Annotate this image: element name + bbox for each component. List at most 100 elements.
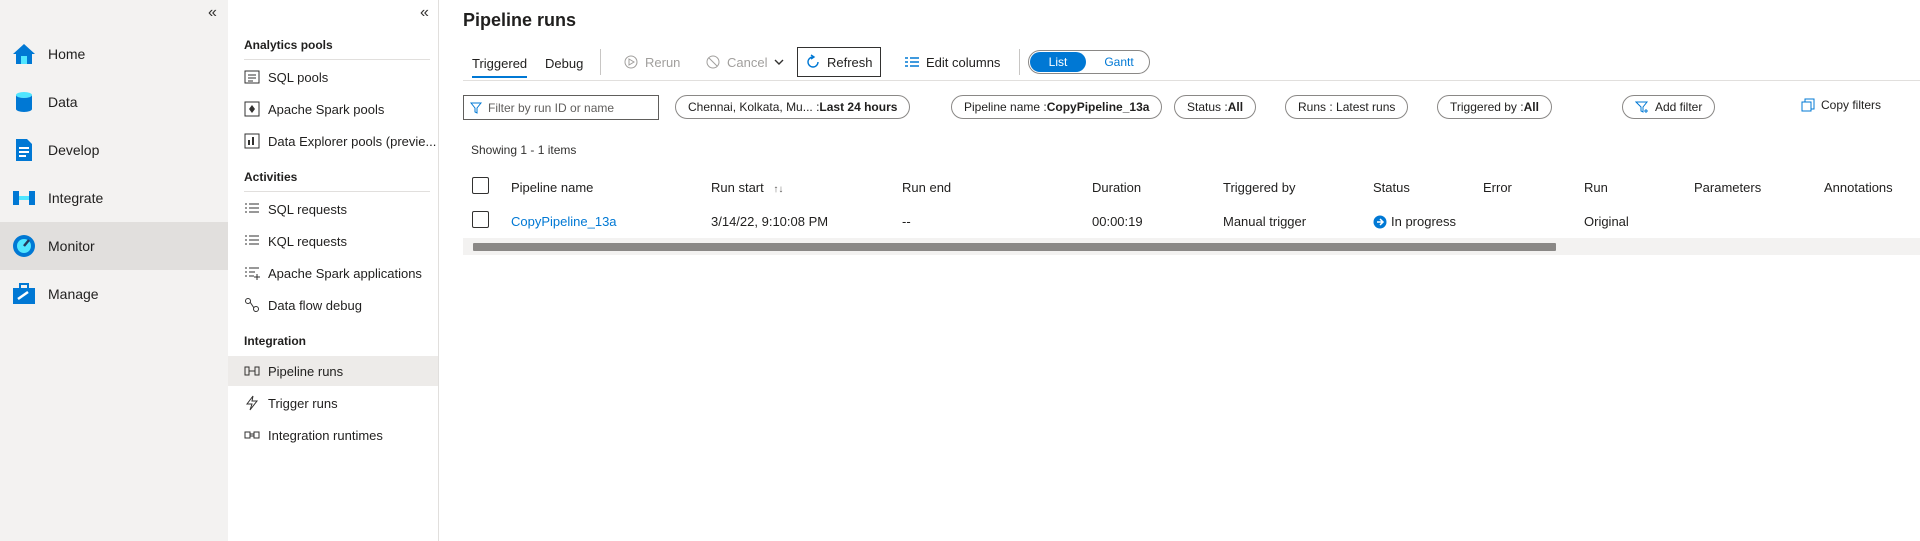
nav-item-monitor[interactable]: Monitor — [0, 222, 228, 270]
data-explorer-pool-icon — [244, 133, 260, 149]
row-select-checkbox[interactable] — [472, 211, 489, 228]
subnav-item-integration-runtimes[interactable]: Integration runtimes — [228, 420, 438, 450]
cell-run: Original — [1584, 214, 1629, 229]
cell-duration: 00:00:19 — [1092, 214, 1143, 229]
triggered-by-filter-pill[interactable]: Triggered by : All — [1437, 95, 1552, 119]
timezone-filter-value: Last 24 hours — [819, 100, 898, 114]
horizontal-scrollbar[interactable] — [463, 238, 1920, 255]
column-header-duration[interactable]: Duration — [1092, 180, 1141, 195]
nav-item-integrate[interactable]: Integrate — [0, 174, 228, 222]
triggered-filter-prefix: Triggered by : — [1450, 100, 1524, 114]
nav-item-data[interactable]: Data — [0, 78, 228, 126]
runs-filter-pill[interactable]: Runs : Latest runs — [1285, 95, 1409, 119]
column-header-triggered-by[interactable]: Triggered by — [1223, 180, 1296, 195]
scrollbar-thumb[interactable] — [473, 243, 1556, 251]
select-all-checkbox[interactable] — [472, 177, 489, 194]
column-header-status[interactable]: Status — [1373, 180, 1410, 195]
cancel-button[interactable]: Cancel — [705, 47, 785, 77]
pipeline-filter-prefix: Pipeline name : — [964, 100, 1047, 114]
collapse-sub-nav-button[interactable]: « — [420, 4, 429, 22]
copy-filters-button[interactable]: Copy filters — [1801, 98, 1881, 112]
pipeline-name-link[interactable]: CopyPipeline_13a — [511, 214, 617, 229]
lightning-icon — [246, 395, 259, 411]
column-header-parameters[interactable]: Parameters — [1694, 180, 1761, 195]
column-header-run-end[interactable]: Run end — [902, 180, 951, 195]
column-header-pipeline-name[interactable]: Pipeline name — [511, 180, 593, 195]
add-filter-label: Add filter — [1655, 100, 1703, 114]
subnav-label: Apache Spark applications — [268, 265, 422, 281]
list-icon — [245, 235, 259, 245]
database-icon — [16, 92, 32, 112]
subnav-label: SQL pools — [268, 69, 329, 85]
toolbar-divider — [600, 49, 601, 75]
subnav-label: Trigger runs — [268, 395, 338, 411]
subnav-item-sql-requests[interactable]: SQL requests — [228, 194, 438, 224]
subnav-item-spark-applications[interactable]: Apache Spark applications — [228, 258, 438, 288]
cell-status: In progress — [1373, 214, 1456, 229]
nav-label-manage: Manage — [48, 286, 99, 302]
collapse-left-nav-button[interactable]: « — [208, 4, 217, 22]
sort-icon[interactable]: ↑↓ — [773, 184, 783, 195]
toolbar-underline — [463, 80, 1920, 81]
status-filter-pill[interactable]: Status : All — [1174, 95, 1257, 119]
list-icon — [245, 203, 259, 213]
nav-item-home[interactable]: Home — [0, 30, 228, 78]
edit-columns-button[interactable]: Edit columns — [904, 47, 1000, 77]
nav-item-develop[interactable]: Develop — [0, 126, 228, 174]
rerun-icon — [624, 55, 638, 69]
subnav-label: KQL requests — [268, 233, 348, 249]
copy-filters-label: Copy filters — [1821, 98, 1882, 112]
view-list-option[interactable]: List — [1030, 52, 1086, 72]
divider — [244, 59, 430, 60]
column-header-error[interactable]: Error — [1483, 180, 1512, 195]
subnav-item-pipeline-runs[interactable]: Pipeline runs — [228, 356, 438, 386]
nav-item-manage[interactable]: Manage — [0, 270, 228, 318]
triggered-filter-value: All — [1523, 100, 1539, 114]
copy-icon — [1801, 98, 1815, 112]
column-header-annotations[interactable]: Annotations — [1824, 180, 1893, 195]
left-nav: « Home Data Develop Integrate Monitor Ma… — [0, 0, 228, 541]
nav-label-home: Home — [48, 46, 86, 62]
timezone-filter-pill[interactable]: Chennai, Kolkata, Mu... : Last 24 hours — [675, 95, 911, 119]
add-filter-icon — [1635, 101, 1649, 113]
subnav-item-trigger-runs[interactable]: Trigger runs — [228, 388, 438, 418]
divider — [244, 191, 430, 192]
column-header-run-start-label: Run start — [711, 180, 764, 195]
synapse-monitor-app: « Home Data Develop Integrate Monitor Ma… — [0, 0, 1920, 541]
column-header-run-start[interactable]: Run start ↑↓ — [711, 180, 783, 195]
subnav-item-spark-pools[interactable]: Apache Spark pools — [228, 94, 438, 124]
subnav-label: Pipeline runs — [268, 363, 344, 379]
run-search-input[interactable]: Filter by run ID or name — [463, 95, 659, 120]
subnav-item-kql-requests[interactable]: KQL requests — [228, 226, 438, 256]
refresh-label: Refresh — [827, 54, 873, 70]
tab-debug[interactable]: Debug — [545, 56, 583, 71]
nav-label-develop: Develop — [48, 142, 100, 158]
column-header-run[interactable]: Run — [1584, 180, 1608, 195]
view-gantt-option[interactable]: Gantt — [1091, 52, 1147, 72]
data-flow-icon — [245, 298, 259, 312]
tab-triggered[interactable]: Triggered — [472, 56, 528, 78]
subnav-item-data-explorer-pools[interactable]: Data Explorer pools (previe... — [228, 126, 438, 156]
section-title-integration: Integration — [244, 334, 306, 348]
document-icon — [16, 139, 32, 161]
sql-pool-icon — [244, 70, 260, 84]
subnav-label: Data Explorer pools (previe... — [268, 133, 436, 149]
runs-filter-label: Runs : Latest runs — [1298, 100, 1396, 114]
pipeline-name-filter-pill[interactable]: Pipeline name : CopyPipeline_13a — [951, 95, 1163, 119]
integration-runtime-icon — [244, 431, 260, 439]
status-filter-prefix: Status : — [1187, 100, 1228, 114]
nav-label-integrate: Integrate — [48, 190, 104, 206]
cancel-label: Cancel — [727, 54, 768, 70]
cell-run-end: -- — [902, 214, 911, 229]
subnav-item-sql-pools[interactable]: SQL pools — [228, 62, 438, 92]
rerun-button[interactable]: Rerun — [623, 47, 680, 77]
refresh-button[interactable]: Refresh — [797, 47, 881, 77]
add-filter-button[interactable]: Add filter — [1622, 95, 1716, 119]
home-icon — [13, 44, 35, 64]
list-icon — [245, 267, 260, 280]
subnav-item-data-flow-debug[interactable]: Data flow debug — [228, 290, 438, 320]
subnav-label: Data flow debug — [268, 297, 362, 313]
pipeline-filter-value: CopyPipeline_13a — [1046, 100, 1150, 114]
search-placeholder: Filter by run ID or name — [488, 100, 615, 115]
pipeline-runs-icon — [244, 366, 260, 376]
